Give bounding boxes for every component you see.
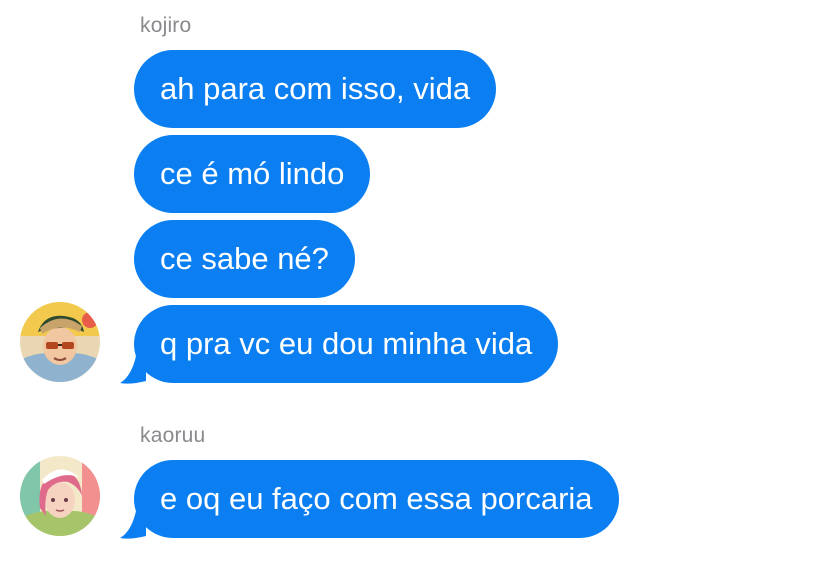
- bubble-tail-icon: [120, 500, 146, 539]
- sender-name-kojiro: kojiro: [140, 14, 192, 37]
- chat-thread: kojiro ah para com isso, vida ce é mó li…: [0, 0, 828, 581]
- message-bubble-last[interactable]: q pra vc eu dou minha vida: [134, 305, 559, 383]
- kaoruu-avatar[interactable]: [20, 456, 100, 536]
- bubble-tail-icon: [120, 345, 146, 384]
- message-bubble[interactable]: ce é mó lindo: [134, 135, 371, 213]
- message-bubble-last[interactable]: e oq eu faço com essa porcaria: [134, 460, 619, 538]
- avatar-illustration-icon: [20, 302, 100, 382]
- kojiro-avatar[interactable]: [20, 302, 100, 382]
- sender-name-kaoruu: kaoruu: [140, 424, 206, 447]
- avatar-illustration-icon: [20, 456, 100, 536]
- message-bubble[interactable]: ah para com isso, vida: [134, 50, 497, 128]
- message-bubble[interactable]: ce sabe né?: [134, 220, 355, 298]
